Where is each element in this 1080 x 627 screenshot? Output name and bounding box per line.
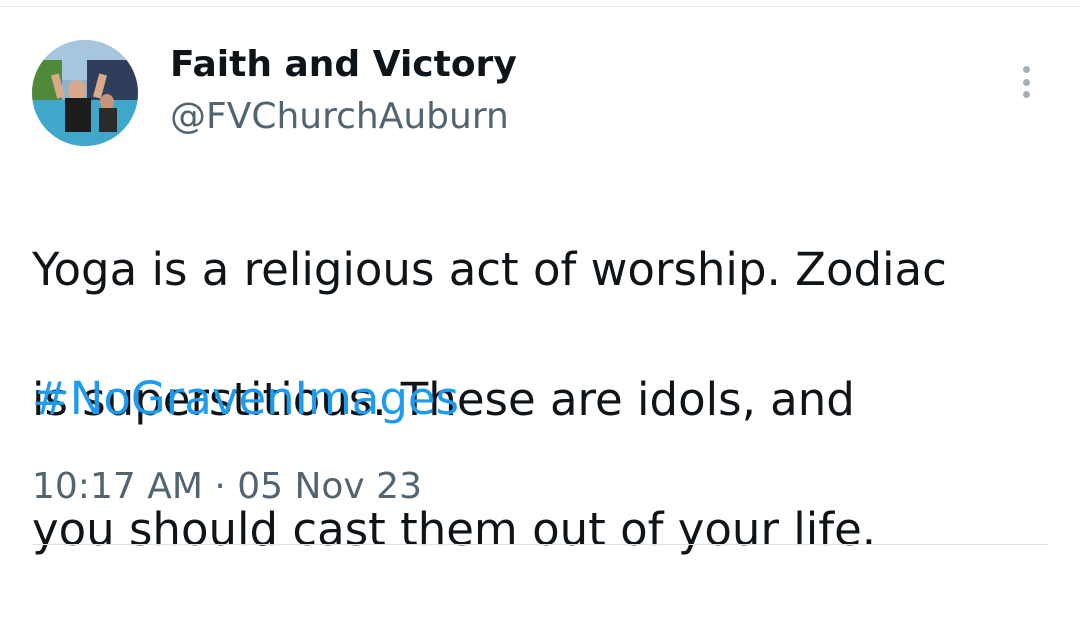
tweet-text-line: Yoga is a religious act of worship. Zodi…: [32, 243, 947, 296]
top-divider: [0, 6, 1080, 7]
tweet-timestamp[interactable]: 10:17 AM · 05 Nov 23: [32, 461, 422, 513]
avatar[interactable]: [32, 40, 138, 146]
more-options-button[interactable]: [1012, 60, 1040, 104]
more-vertical-icon-dot: [1022, 78, 1030, 86]
avatar-image: [32, 40, 138, 146]
hashtag-link[interactable]: #NoGravenImages: [32, 366, 459, 431]
author-display-name[interactable]: Faith and Victory: [170, 42, 517, 88]
author-handle[interactable]: @FVChurchAuburn: [170, 94, 509, 140]
more-vertical-icon-dot: [1022, 91, 1030, 98]
bottom-divider: [32, 544, 1048, 545]
more-vertical-icon: [1022, 66, 1030, 73]
